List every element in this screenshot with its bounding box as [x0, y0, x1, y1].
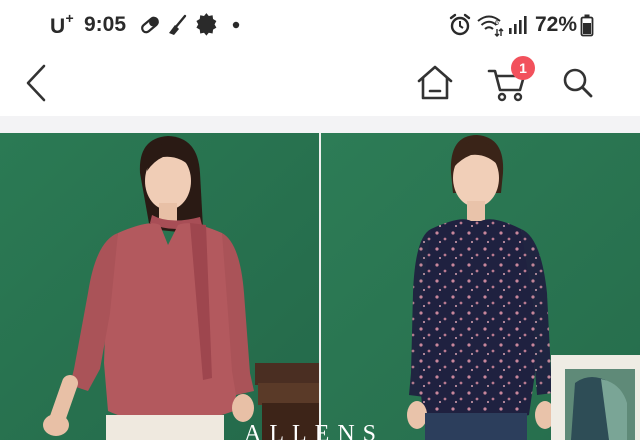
svg-text:6: 6 [495, 20, 499, 27]
brand-wordmark-partial: ALLENS [244, 421, 384, 440]
product-card-pink-blouse[interactable] [0, 133, 319, 440]
home-button[interactable] [412, 52, 458, 114]
product-image-pink-blouse [0, 133, 319, 440]
wifi-icon: 6 [477, 15, 504, 37]
pill-icon [141, 16, 159, 34]
chevron-left-icon [26, 64, 46, 102]
search-icon [563, 68, 593, 98]
battery-icon [580, 14, 594, 37]
product-card-navy-blouse[interactable] [321, 133, 640, 440]
cart-count-badge: 1 [511, 56, 535, 80]
alarm-icon [449, 13, 471, 36]
status-bar: U+ 9:05 6 72% [0, 0, 640, 52]
settings-badge-icon [196, 13, 217, 36]
carrier-label: U+ [50, 10, 74, 38]
search-button[interactable] [556, 52, 600, 114]
status-time: 9:05 [84, 13, 127, 36]
product-image-grid: ALLENS [0, 133, 640, 440]
notification-dot-icon [232, 21, 240, 29]
top-nav-bar [0, 52, 640, 114]
battery-percent: 72% [535, 13, 578, 36]
section-divider [0, 116, 640, 133]
home-icon [417, 65, 453, 100]
back-button[interactable] [14, 52, 58, 114]
brush-icon [169, 14, 187, 35]
signal-icon [509, 16, 527, 34]
product-image-navy-blouse [321, 133, 640, 440]
